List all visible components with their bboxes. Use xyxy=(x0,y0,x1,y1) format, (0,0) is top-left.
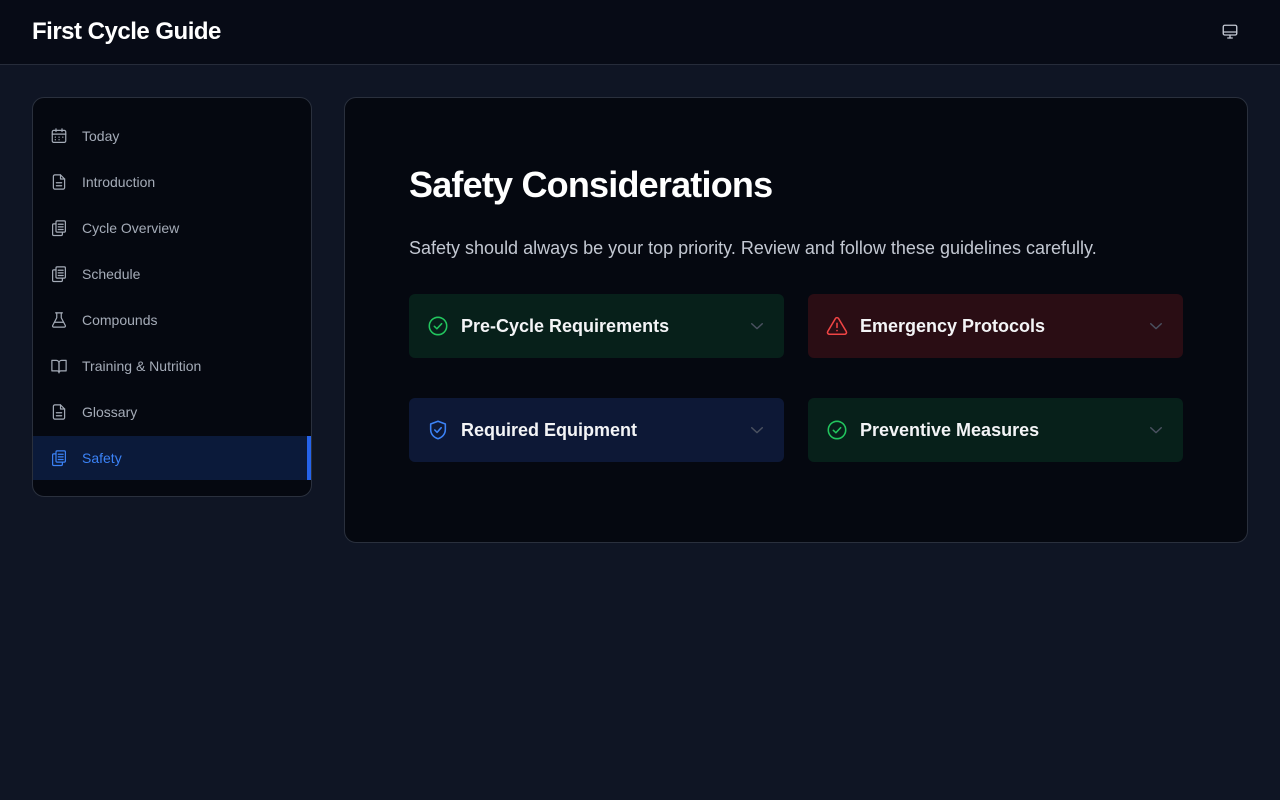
page-title: Safety Considerations xyxy=(409,164,773,205)
page-description: Safety should always be your top priorit… xyxy=(409,238,1097,258)
sidebar-item-compounds[interactable]: Compounds xyxy=(33,298,311,342)
sidebar-nav: Today Introduction Cycle Overview Schedu… xyxy=(33,114,311,482)
check-circle-icon xyxy=(427,315,449,337)
accordion-emergency-protocols[interactable]: Emergency Protocols xyxy=(808,294,1183,358)
sidebar-item-introduction[interactable]: Introduction xyxy=(33,160,311,204)
monitor-icon xyxy=(1222,24,1238,39)
calendar-icon xyxy=(50,127,68,145)
accordion-pre-cycle-requirements[interactable]: Pre-Cycle Requirements xyxy=(409,294,784,358)
theme-toggle-button[interactable] xyxy=(1218,20,1242,44)
clipboard-icon xyxy=(50,449,68,467)
sidebar-item-label: Safety xyxy=(82,450,122,466)
sidebar-item-label: Compounds xyxy=(82,312,158,328)
document-icon xyxy=(50,403,68,421)
book-icon xyxy=(50,357,68,375)
top-bar: First Cycle Guide xyxy=(0,0,1280,65)
app-title: First Cycle Guide xyxy=(32,18,221,45)
sidebar-item-cycle-overview[interactable]: Cycle Overview xyxy=(33,206,311,250)
sidebar-item-label: Schedule xyxy=(82,266,141,282)
document-icon xyxy=(50,173,68,191)
clipboard-icon xyxy=(50,265,68,283)
sidebar-item-label: Cycle Overview xyxy=(82,220,180,236)
sidebar-item-label: Glossary xyxy=(82,404,138,420)
flask-icon xyxy=(50,311,68,329)
sidebar: Today Introduction Cycle Overview Schedu… xyxy=(32,97,312,497)
clipboard-icon xyxy=(50,219,68,237)
chevron-down-icon xyxy=(1150,323,1162,330)
chevron-down-icon xyxy=(1150,427,1162,434)
sidebar-item-today[interactable]: Today xyxy=(33,114,311,158)
check-circle-icon xyxy=(826,419,848,441)
sidebar-item-label: Today xyxy=(82,128,120,144)
accordion-label: Required Equipment xyxy=(461,419,638,440)
accordion-label: Emergency Protocols xyxy=(860,315,1046,336)
sidebar-item-glossary[interactable]: Glossary xyxy=(33,390,311,434)
chevron-down-icon xyxy=(751,427,763,434)
chevron-down-icon xyxy=(751,323,763,330)
sidebar-item-training-nutrition[interactable]: Training & Nutrition xyxy=(33,344,311,388)
warning-triangle-icon xyxy=(826,315,848,337)
main-content: Safety Considerations Safety should alwa… xyxy=(344,97,1248,543)
sidebar-item-label: Training & Nutrition xyxy=(82,358,202,374)
accordion-preventive-measures[interactable]: Preventive Measures xyxy=(808,398,1183,462)
accordion-label: Preventive Measures xyxy=(860,419,1040,440)
shield-check-icon xyxy=(427,419,449,441)
accordion-required-equipment[interactable]: Required Equipment xyxy=(409,398,784,462)
sidebar-item-label: Introduction xyxy=(82,174,156,190)
accordion-label: Pre-Cycle Requirements xyxy=(461,315,670,336)
sidebar-item-safety[interactable]: Safety xyxy=(33,436,311,480)
sidebar-item-schedule[interactable]: Schedule xyxy=(33,252,311,296)
